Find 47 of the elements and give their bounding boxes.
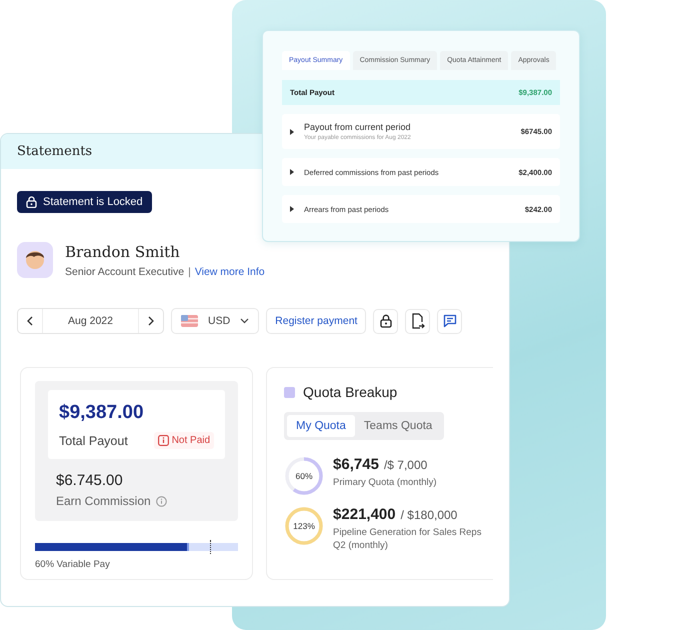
currency-dropdown[interactable]: USD (171, 308, 260, 334)
status-badge: Not Paid (154, 432, 214, 449)
lock-icon (26, 196, 37, 208)
chevron-down-icon (240, 318, 250, 324)
avatar (17, 242, 53, 278)
caret-right-icon (290, 169, 294, 175)
percent-label: 123% (293, 522, 315, 530)
lock-icon (380, 314, 392, 328)
user-name: Brandon Smith (65, 242, 181, 260)
comment-button[interactable] (437, 308, 462, 334)
progress-ring (284, 506, 324, 546)
user-role: Senior Account Executive (65, 266, 184, 278)
square-icon (284, 386, 296, 398)
quota-tab[interactable]: Teams Quota (354, 415, 442, 437)
row-title: Payout from current period (304, 122, 412, 132)
info-icon (158, 435, 169, 446)
commission-label: Earn Commission (56, 494, 151, 508)
register-payment-button[interactable]: Register payment (266, 308, 366, 334)
quota-label: Primary Quota (monthly) (333, 476, 438, 490)
quota-value: $6,745 (333, 456, 379, 473)
chat-icon (442, 314, 457, 328)
export-button[interactable] (405, 308, 430, 334)
quota-tab[interactable]: My Quota (287, 415, 355, 437)
caret-right-icon (290, 206, 294, 212)
quota-target: / $180,000 (400, 508, 458, 522)
chevron-left-icon (27, 316, 33, 326)
percent-label: 60% (296, 472, 313, 480)
target-marker (210, 540, 211, 554)
card-title: Statements (17, 144, 92, 159)
document-arrow-icon (410, 313, 425, 329)
chevron-right-icon (148, 316, 154, 326)
badge-text: Statement is Locked (43, 196, 143, 208)
quota-value: $221,400 (333, 506, 396, 523)
total-amount: $9,387.00 (59, 402, 145, 424)
caret-right-icon (290, 128, 294, 134)
view-more-link[interactable]: View more Info (194, 266, 265, 278)
progress-ring (284, 456, 324, 496)
quota-label: Pipeline Generation for Sales Reps Q2 (monthly) (333, 526, 482, 553)
quota-target: /$ 7,000 (384, 458, 428, 472)
commission-amount: $6.745.00 (56, 472, 124, 489)
lock-button[interactable] (373, 308, 398, 334)
quota-title: Quota Breakup (303, 384, 398, 400)
info-icon (156, 496, 167, 506)
total-label: Total Payout (59, 434, 128, 448)
flag-icon (181, 315, 198, 327)
variable-pay-label: 60% Variable Pay (35, 559, 111, 570)
separator: | (188, 266, 191, 278)
